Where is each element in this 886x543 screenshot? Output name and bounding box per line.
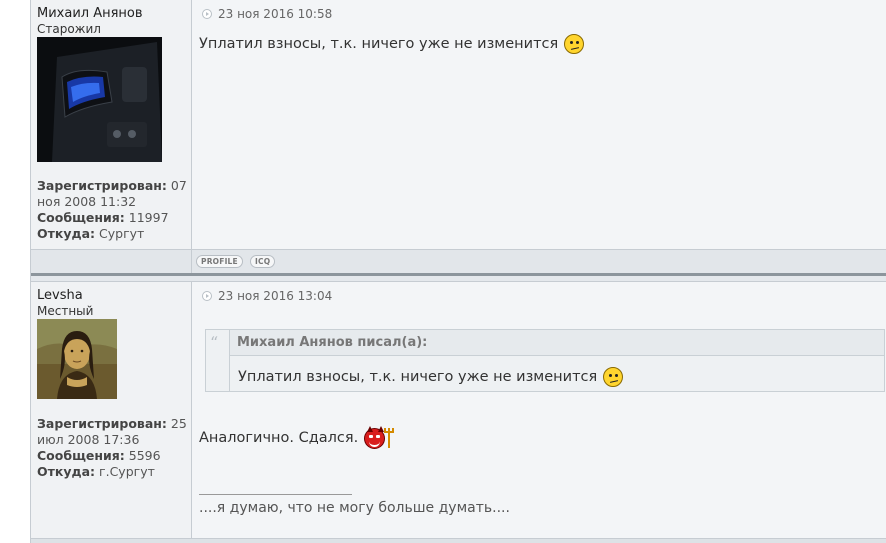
avatar bbox=[37, 37, 162, 162]
quote-icon: “ bbox=[210, 333, 219, 352]
from-value: Сургут bbox=[99, 226, 145, 241]
messages-label: Сообщения: bbox=[37, 448, 125, 463]
author-name[interactable]: Михаил Анянов bbox=[37, 6, 143, 21]
post-text: Аналогично. Сдался. bbox=[199, 430, 359, 446]
post-text: Уплатил взносы, т.к. ничего уже не измен… bbox=[199, 36, 559, 52]
post-body: 23 ноя 2016 10:58 Уплатил взносы, т.к. н… bbox=[193, 0, 886, 249]
author-rank: Старожил bbox=[37, 22, 101, 36]
author-stats: Зарегистрирован: 07 ноя 2008 11:32 Сообщ… bbox=[37, 178, 191, 242]
post-author-panel: Levsha Местный Зарегистрирован: 25 июл 2… bbox=[31, 282, 192, 543]
post-date: 23 ноя 2016 13:04 bbox=[218, 289, 333, 303]
post-author-panel: Михаил Анянов Старожил Зарегистрирован: … bbox=[31, 0, 192, 249]
registered-label: Зарегистрирован: bbox=[37, 416, 167, 431]
messages-value: 5596 bbox=[128, 448, 161, 463]
quote-author: Михаил Анянов писал(а): bbox=[230, 330, 884, 356]
post-date: 23 ноя 2016 10:58 bbox=[218, 7, 333, 21]
post-separator bbox=[31, 273, 886, 282]
post-message: Аналогично. Сдался. bbox=[199, 426, 398, 450]
post-meta: 23 ноя 2016 13:04 bbox=[202, 289, 332, 303]
post: Михаил Анянов Старожил Зарегистрирован: … bbox=[31, 0, 886, 249]
author-stats: Зарегистрирован: 25 июл 2008 17:36 Сообщ… bbox=[37, 416, 191, 480]
author-name[interactable]: Levsha bbox=[37, 288, 83, 303]
quote-gutter: “ bbox=[206, 330, 230, 391]
signature: ....я думаю, что не могу больше думать..… bbox=[199, 500, 510, 516]
post: Levsha Местный Зарегистрирован: 25 июл 2… bbox=[31, 282, 886, 543]
post-footer-left bbox=[31, 250, 192, 273]
left-gutter bbox=[0, 0, 31, 543]
devil-smiley-icon bbox=[364, 426, 398, 450]
post-message: Уплатил взносы, т.к. ничего уже не измен… bbox=[199, 34, 585, 54]
from-label: Откуда: bbox=[37, 226, 96, 241]
registered-label: Зарегистрирован: bbox=[37, 178, 167, 193]
signature-divider bbox=[199, 494, 352, 495]
confused-smiley-icon bbox=[603, 367, 624, 387]
from-label: Откуда: bbox=[37, 464, 96, 479]
post-body: 23 ноя 2016 13:04 “ Михаил Анянов писал(… bbox=[193, 282, 886, 543]
icq-button[interactable]: ICQ bbox=[250, 255, 276, 268]
confused-smiley-icon bbox=[564, 34, 585, 54]
avatar bbox=[37, 319, 117, 399]
quote-block: “ Михаил Анянов писал(а): Уплатил взносы… bbox=[205, 329, 885, 392]
post-meta: 23 ноя 2016 10:58 bbox=[202, 7, 332, 21]
profile-button[interactable]: PROFILE bbox=[196, 255, 243, 268]
post-separator bbox=[31, 538, 886, 543]
post-date-icon[interactable] bbox=[202, 9, 212, 19]
author-rank: Местный bbox=[37, 304, 94, 318]
post-footer: PROFILE ICQ bbox=[31, 249, 886, 273]
quote-body: Уплатил взносы, т.к. ничего уже не измен… bbox=[230, 356, 884, 391]
post-date-icon[interactable] bbox=[202, 291, 212, 301]
messages-label: Сообщения: bbox=[37, 210, 125, 225]
quote-text: Уплатил взносы, т.к. ничего уже не измен… bbox=[238, 369, 598, 385]
messages-value: 11997 bbox=[128, 210, 169, 225]
from-value: г.Сургут bbox=[99, 464, 155, 479]
